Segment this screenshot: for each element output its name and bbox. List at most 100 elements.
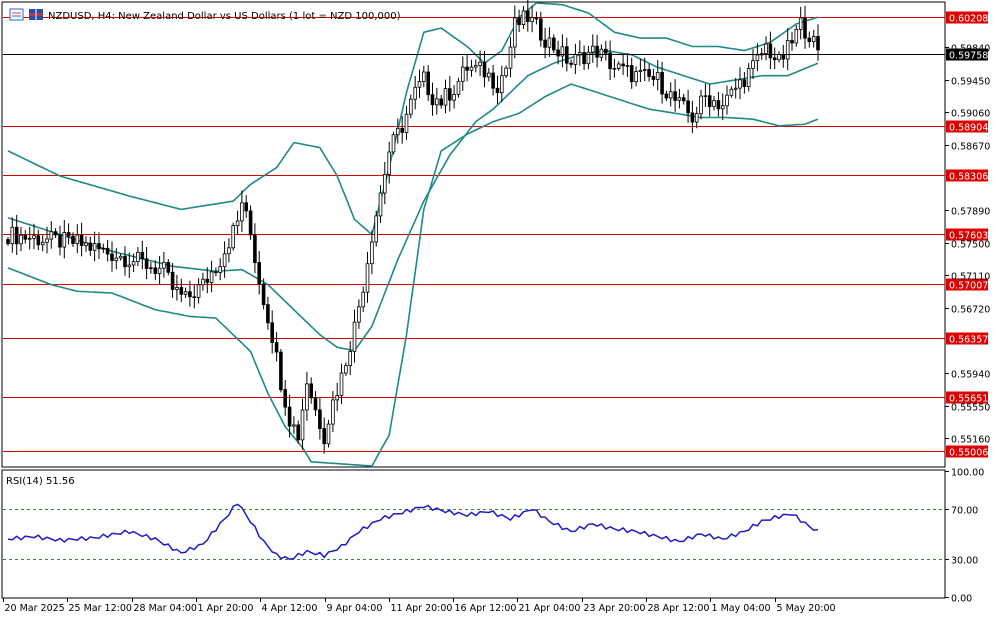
candle-body: [469, 66, 474, 71]
time-tick-label: 28 Apr 12:00: [648, 603, 710, 614]
candle-body: [755, 54, 760, 62]
candle-body: [14, 226, 19, 245]
candle-body: [673, 91, 677, 101]
candle-body: [499, 75, 504, 94]
candle-body: [45, 238, 49, 243]
candle: [391, 131, 396, 155]
candle-body: [811, 36, 816, 42]
candle-body: [777, 54, 781, 61]
candle-body: [361, 291, 365, 308]
candle-body: [413, 86, 417, 100]
candle-body: [261, 283, 266, 306]
candle: [248, 205, 253, 240]
candle: [326, 419, 331, 448]
candle-body: [209, 271, 214, 283]
candle-body: [101, 247, 106, 250]
candle-body: [136, 251, 140, 262]
candle-body: [547, 37, 552, 48]
candle-body: [49, 231, 54, 240]
candle-body: [742, 79, 747, 88]
rsi-label: RSI(14) 51.56: [6, 476, 75, 487]
candle-body: [655, 72, 660, 80]
rsi-tick-label: 30.00: [951, 556, 978, 567]
candle-body: [140, 251, 145, 260]
candle-body: [651, 76, 656, 80]
time-tick-label: 5 May 20:00: [777, 603, 836, 614]
candle-body: [621, 63, 625, 67]
candle-body: [642, 69, 647, 71]
rsi-tick-label: 100.00: [951, 468, 984, 479]
candle-body: [552, 37, 556, 51]
candle-body: [421, 71, 426, 82]
time-tick-label: 23 Apr 20:00: [584, 603, 646, 614]
candle-body: [344, 365, 348, 374]
candle-body: [378, 192, 383, 217]
candle-body: [296, 424, 300, 441]
rsi-tick-label: 0.00: [951, 594, 972, 605]
candle-body: [720, 105, 725, 110]
candle-body: [305, 383, 309, 411]
candle-body: [322, 428, 326, 445]
candle-body: [417, 81, 422, 88]
candle-body: [629, 65, 634, 83]
candle-body: [97, 243, 101, 250]
candle-body: [638, 70, 643, 73]
candle-body: [781, 54, 786, 60]
candle-body: [668, 91, 673, 99]
price-tick-label: 0.57890: [951, 207, 990, 218]
candle-body: [660, 72, 664, 95]
candle-body: [53, 231, 58, 236]
candle-body: [729, 88, 734, 96]
candle-body: [335, 395, 339, 401]
chart-window-icon[interactable]: [9, 8, 24, 21]
candle-body: [434, 98, 439, 106]
candle-body: [699, 95, 703, 115]
candle-body: [798, 17, 803, 30]
candle-body: [430, 94, 435, 106]
candle-body: [785, 40, 790, 60]
candle-body: [227, 247, 231, 255]
candle-body: [214, 271, 218, 274]
price-tick-label: 0.57500: [951, 240, 990, 251]
candle-body: [725, 94, 729, 107]
candle-body: [153, 267, 158, 274]
candle-body: [569, 62, 573, 65]
candle-body: [456, 80, 461, 95]
candle-body: [188, 291, 192, 298]
candle-body: [608, 52, 612, 70]
candle-body: [482, 61, 487, 78]
candle-body: [162, 261, 166, 269]
candle-body: [279, 351, 283, 391]
candle-body: [292, 424, 296, 427]
candle-body: [391, 134, 396, 153]
candle-body: [179, 287, 184, 295]
candle-body: [439, 98, 443, 106]
candle-body: [32, 235, 36, 239]
price-tick-label: 0.55160: [951, 435, 990, 446]
candle-body: [694, 113, 699, 123]
candle-body: [790, 40, 794, 44]
candle-body: [612, 68, 617, 70]
level-label: 0.58904: [949, 123, 988, 134]
candle-body: [253, 234, 257, 264]
candle-body: [543, 39, 547, 48]
candle-body: [309, 383, 313, 399]
candle-body: [326, 423, 331, 445]
candle-body: [370, 241, 374, 265]
candle-body: [110, 253, 114, 261]
candle-body: [79, 234, 84, 246]
symbol-flag-icon[interactable]: [29, 9, 43, 20]
candle-body: [183, 291, 188, 295]
candle-body: [149, 267, 153, 269]
candle-body: [92, 243, 97, 251]
candle-body: [712, 100, 716, 107]
candle-body: [764, 43, 768, 54]
level-label: 0.56357: [949, 335, 988, 346]
candle-body: [36, 235, 41, 246]
candle-body: [539, 18, 543, 41]
candle-body: [807, 37, 812, 42]
time-tick-label: 11 Apr 20:00: [391, 603, 453, 614]
candle-body: [443, 88, 448, 106]
candle-body: [157, 267, 162, 274]
candle-body: [339, 372, 344, 396]
